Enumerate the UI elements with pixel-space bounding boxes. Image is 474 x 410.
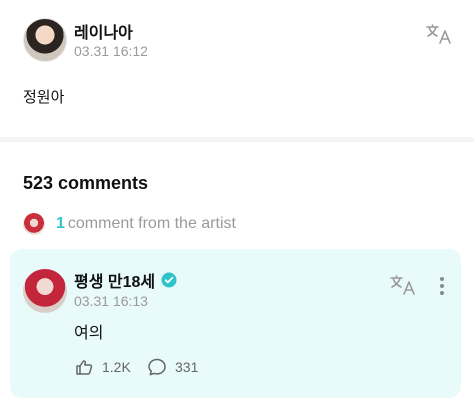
artist-comment-count: 1	[56, 215, 65, 232]
artist-comment-body: 여의	[74, 325, 104, 342]
artist-author-name: 평생 만18세	[74, 274, 156, 291]
post-body: 정원아	[23, 89, 65, 106]
reply-button[interactable]: 331	[147, 357, 198, 377]
more-options-icon[interactable]	[439, 276, 445, 296]
verified-badge-icon	[161, 272, 177, 288]
artist-author[interactable]: 평생 만18세	[74, 268, 177, 292]
post-timestamp: 03.31 16:12	[74, 43, 148, 59]
translate-icon[interactable]	[389, 273, 417, 297]
artist-avatar[interactable]	[23, 269, 67, 313]
post-author-name[interactable]: 레이나아	[74, 19, 133, 43]
reply-icon	[148, 358, 166, 376]
post-author-avatar[interactable]	[23, 18, 67, 62]
artist-comment-label: comment from the artist	[67, 215, 236, 232]
reply-count: 331	[175, 359, 199, 375]
artist-comment-card: 평생 만18세 03.31 16:13 여의 1.2K 331	[10, 249, 461, 398]
translate-icon[interactable]	[425, 22, 453, 46]
like-button[interactable]: 1.2K	[74, 357, 131, 377]
section-divider	[0, 137, 474, 142]
artist-comments-filter[interactable]: 1 comment from the artist	[23, 212, 236, 236]
like-icon	[76, 360, 93, 375]
like-count: 1.2K	[102, 359, 131, 375]
post: 레이나아 03.31 16:12 정원아	[0, 0, 474, 137]
artist-comment-timestamp: 03.31 16:13	[74, 293, 148, 309]
artist-mini-avatar	[23, 213, 45, 235]
comments-count: 523 comments	[23, 173, 149, 193]
